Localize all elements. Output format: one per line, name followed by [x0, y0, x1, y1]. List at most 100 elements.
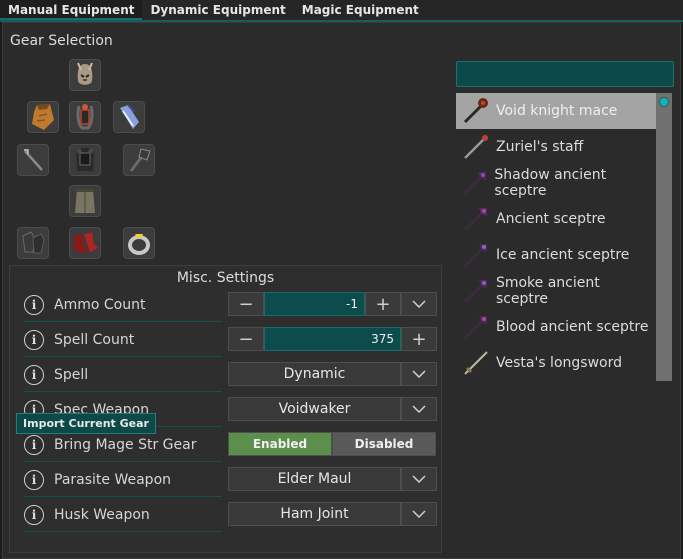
chevron-down-icon[interactable] — [401, 362, 437, 386]
spell-label: Spell — [54, 367, 89, 383]
row-spell: i Spell Dynamic — [18, 358, 438, 392]
chevron-down-icon[interactable] — [401, 502, 437, 526]
spell-count-label: Spell Count — [54, 332, 135, 348]
slot-weapon[interactable] — [17, 144, 49, 176]
misc-settings-title: Misc. Settings — [176, 270, 275, 286]
list-item-zuriels-staff[interactable]: Zuriel's staff — [456, 129, 656, 165]
parasite-weapon-dropdown[interactable]: Elder Maul — [228, 467, 401, 491]
sceptre-icon — [463, 316, 487, 340]
slot-neck[interactable] — [69, 101, 101, 133]
list-item-shadow-ancient-sceptre[interactable]: Shadow ancient sceptre — [456, 165, 656, 201]
decrement-button[interactable]: − — [228, 292, 264, 316]
gloves-icon — [22, 231, 45, 254]
row-underline — [24, 356, 222, 357]
info-icon[interactable]: i — [24, 505, 44, 525]
slot-hands[interactable] — [17, 227, 49, 259]
item-label: Void knight mace — [496, 103, 618, 119]
parasite-weapon-label: Parasite Weapon — [54, 472, 172, 488]
husk-weapon-dropdown[interactable]: Ham Joint — [228, 502, 401, 526]
row-underline — [24, 461, 222, 462]
row-underline — [24, 531, 222, 532]
item-list: Void knight mace Zuriel's staff Shadow a… — [456, 93, 656, 381]
gear-selection-title: Gear Selection — [10, 33, 113, 49]
chevron-down-icon[interactable] — [401, 467, 437, 491]
decrement-button[interactable]: − — [228, 327, 264, 351]
item-label: Vesta's longsword — [496, 355, 622, 371]
staff-icon — [24, 149, 43, 171]
item-label: Ice ancient sceptre — [496, 247, 630, 263]
tab-manual-equipment[interactable]: Manual Equipment — [0, 0, 143, 20]
tab-dynamic-equipment[interactable]: Dynamic Equipment — [142, 0, 293, 20]
slot-shield[interactable] — [123, 144, 155, 176]
ammo-count-field[interactable]: -1 — [264, 292, 365, 316]
list-item-vestas-longsword[interactable]: Vesta's longsword — [456, 345, 656, 381]
item-label: Smoke ancient sceptre — [495, 275, 600, 307]
ammo-count-stepper: − -1 + — [228, 292, 437, 316]
list-item-ancient-sceptre[interactable]: Ancient sceptre — [456, 201, 656, 237]
spell-select: Dynamic — [228, 362, 437, 386]
sceptre-icon — [463, 208, 487, 232]
scrollbar-thumb[interactable] — [659, 97, 669, 107]
import-current-gear-button[interactable]: Import Current Gear — [16, 413, 156, 434]
row-underline — [24, 321, 222, 322]
row-spell-count: i Spell Count − 375 + — [18, 323, 438, 357]
sceptre-icon — [463, 280, 487, 304]
search-input[interactable] — [456, 61, 674, 87]
disabled-button[interactable]: Disabled — [332, 432, 436, 456]
longsword-icon — [464, 351, 488, 375]
list-item-ice-ancient-sceptre[interactable]: Ice ancient sceptre — [456, 237, 656, 273]
slot-ammo[interactable] — [113, 101, 145, 133]
slot-head[interactable] — [69, 59, 101, 91]
item-label: Blood ancient sceptre — [496, 319, 649, 335]
parasite-weapon-select: Elder Maul — [228, 467, 437, 491]
ring-icon — [128, 234, 150, 255]
rune-pouch-icon — [120, 104, 139, 129]
void-mage-helm-icon — [77, 62, 93, 85]
amulet-icon — [76, 104, 94, 130]
enabled-button[interactable]: Enabled — [228, 432, 332, 456]
slot-cape[interactable] — [27, 101, 59, 133]
list-item-smoke-ancient-sceptre[interactable]: Smoke ancient sceptre — [456, 273, 656, 309]
mage-str-toggle: Enabled Disabled — [228, 432, 436, 456]
slot-feet[interactable] — [69, 227, 101, 259]
boots-icon — [74, 232, 98, 253]
info-icon[interactable]: i — [24, 470, 44, 490]
info-icon[interactable]: i — [24, 435, 44, 455]
spec-weapon-dropdown[interactable]: Voidwaker — [228, 397, 401, 421]
item-label: Ancient sceptre — [496, 211, 606, 227]
mage-str-label: Bring Mage Str Gear — [54, 437, 197, 453]
slot-body[interactable] — [69, 144, 101, 176]
row-underline — [24, 391, 222, 392]
spell-count-field[interactable]: 375 — [264, 327, 401, 351]
chevron-down-icon[interactable] — [401, 292, 437, 316]
spell-count-stepper: − 375 + — [228, 327, 437, 351]
increment-button[interactable]: + — [401, 327, 437, 351]
mace-icon — [129, 148, 151, 172]
item-label: Shadow ancient sceptre — [494, 167, 607, 199]
slot-legs[interactable] — [69, 185, 101, 217]
increment-button[interactable]: + — [365, 292, 401, 316]
sceptre-icon — [463, 244, 487, 268]
void-top-icon — [76, 148, 94, 171]
chevron-down-icon[interactable] — [401, 397, 437, 421]
husk-weapon-label: Husk Weapon — [54, 507, 150, 523]
info-icon[interactable]: i — [24, 330, 44, 350]
info-icon[interactable]: i — [24, 295, 44, 315]
list-item-blood-ancient-sceptre[interactable]: Blood ancient sceptre — [456, 309, 656, 345]
spell-dropdown[interactable]: Dynamic — [228, 362, 401, 386]
cape-icon — [32, 104, 54, 130]
misc-settings-panel: Misc. Settings i Ammo Count − -1 + i Spe… — [9, 265, 442, 553]
void-robe-icon — [75, 189, 95, 213]
item-list-scrollbar[interactable] — [656, 93, 672, 381]
item-label: Zuriel's staff — [496, 139, 584, 155]
sceptre-icon — [463, 172, 487, 196]
row-parasite-weapon: i Parasite Weapon Elder Maul — [18, 463, 438, 497]
mace-icon — [463, 98, 488, 124]
slot-ring[interactable] — [123, 227, 155, 259]
row-underline — [24, 496, 222, 497]
list-item-void-knight-mace[interactable]: Void knight mace — [456, 93, 656, 129]
ammo-count-label: Ammo Count — [54, 297, 146, 313]
tab-magic-equipment[interactable]: Magic Equipment — [294, 0, 427, 20]
info-icon[interactable]: i — [24, 365, 44, 385]
tab-bar: Manual Equipment Dynamic Equipment Magic… — [0, 0, 683, 20]
